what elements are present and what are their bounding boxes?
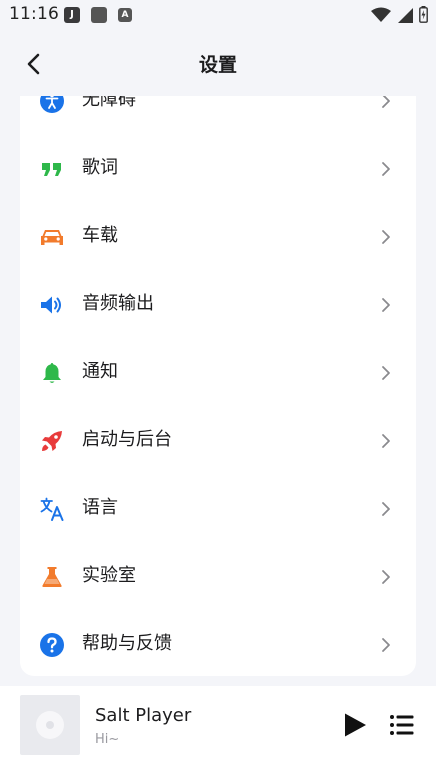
chevron-right-icon	[382, 96, 390, 108]
settings-item-car[interactable]: 车载	[20, 203, 416, 271]
settings-item-audio-output[interactable]: 音频输出	[20, 271, 416, 339]
track-subtitle: Hi~	[95, 732, 120, 747]
flask-icon	[40, 565, 64, 589]
track-title: Salt Player	[95, 705, 192, 726]
rocket-icon	[40, 429, 64, 453]
settings-card: 无障碍 歌词 车载 音频输出 通知 启动与后台 语言 实验室 帮助与反馈	[20, 96, 416, 676]
bell-icon	[40, 361, 64, 385]
playlist-icon	[390, 715, 414, 735]
speaker-icon	[40, 293, 64, 317]
settings-item-language[interactable]: 语言	[20, 475, 416, 543]
accessibility-icon	[40, 96, 64, 113]
a-app-icon: A	[118, 8, 132, 22]
quote-icon	[40, 157, 64, 181]
cellular-signal-icon	[398, 7, 413, 23]
status-time: 11:16	[9, 4, 59, 24]
settings-item-label: 通知	[82, 361, 118, 382]
navigation-bar	[0, 768, 436, 776]
chevron-right-icon	[382, 366, 390, 380]
top-app-bar: 设置	[0, 30, 436, 96]
settings-item-help-feedback[interactable]: 帮助与反馈	[20, 611, 416, 676]
page-title: 设置	[198, 54, 237, 76]
chevron-right-icon	[382, 502, 390, 516]
chevron-right-icon	[382, 638, 390, 652]
chevron-right-icon	[382, 434, 390, 448]
settings-item-label: 启动与后台	[82, 429, 172, 450]
settings-item-label: 音频输出	[82, 293, 154, 314]
chevron-right-icon	[382, 162, 390, 176]
settings-item-label: 帮助与反馈	[82, 633, 172, 654]
status-bar: 11:16 J A	[0, 0, 436, 30]
mini-player[interactable]: Salt Player Hi~	[0, 686, 436, 776]
status-system-icons	[371, 6, 428, 23]
help-icon	[40, 633, 64, 657]
settings-item-label: 实验室	[82, 565, 136, 586]
square-app-icon	[91, 7, 107, 23]
settings-item-label: 语言	[82, 497, 118, 518]
battery-icon	[419, 6, 428, 23]
j-app-icon: J	[64, 7, 80, 23]
car-icon	[40, 225, 64, 249]
chevron-right-icon	[382, 298, 390, 312]
chevron-right-icon	[382, 230, 390, 244]
album-disc-icon	[36, 711, 64, 739]
settings-item-label: 无障碍	[82, 96, 136, 110]
settings-item-label: 车载	[82, 225, 118, 246]
playlist-button[interactable]	[388, 712, 416, 738]
wifi-icon	[371, 7, 391, 22]
play-button[interactable]	[340, 710, 370, 740]
album-art[interactable]	[20, 695, 80, 755]
settings-item-accessibility[interactable]: 无障碍	[20, 96, 416, 135]
settings-item-notifications[interactable]: 通知	[20, 339, 416, 407]
settings-item-startup-background[interactable]: 启动与后台	[20, 407, 416, 475]
settings-item-lab[interactable]: 实验室	[20, 543, 416, 611]
chevron-right-icon	[382, 570, 390, 584]
settings-item-label: 歌词	[82, 157, 118, 178]
settings-item-lyrics[interactable]: 歌词	[20, 135, 416, 203]
settings-screen: 11:16 J A 设置 无障碍 歌词 车载 音频输出 通知 启动与后台 语言 …	[0, 0, 436, 776]
translate-icon	[40, 497, 64, 521]
play-icon	[345, 713, 366, 737]
settings-list: 无障碍 歌词 车载 音频输出 通知 启动与后台 语言 实验室 帮助与反馈	[20, 96, 416, 676]
